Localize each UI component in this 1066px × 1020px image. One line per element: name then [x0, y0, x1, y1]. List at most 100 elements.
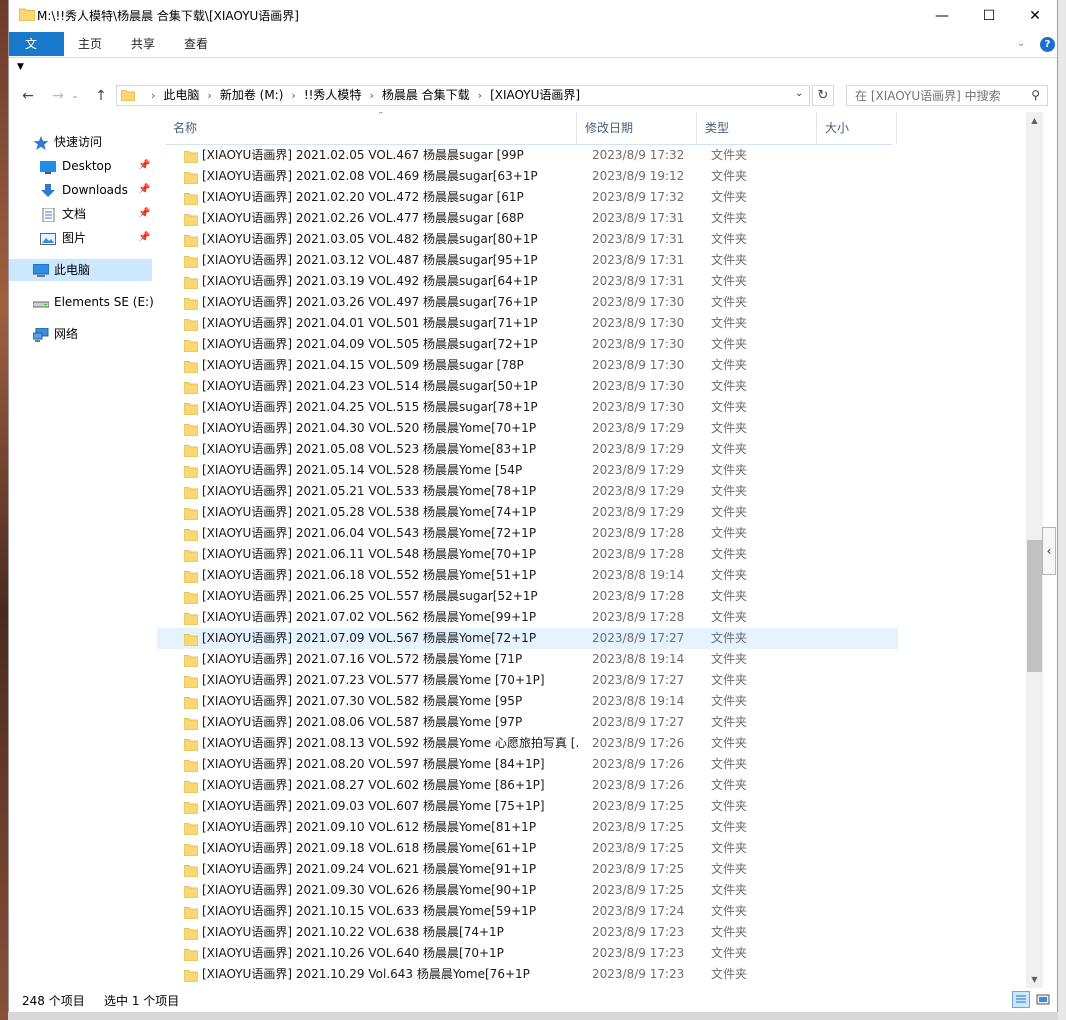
- column-header-type[interactable]: 类型: [697, 112, 817, 144]
- collapse-pane-button[interactable]: ‹: [1042, 527, 1056, 575]
- table-row[interactable]: [XIAOYU语画界] 2021.10.22 VOL.638 杨晨晨[74+1P…: [157, 922, 898, 943]
- table-row[interactable]: [XIAOYU语画界] 2021.02.08 VOL.469 杨晨晨sugar[…: [157, 166, 898, 187]
- sidebar-item-pictures[interactable]: 图片 📌: [9, 227, 152, 249]
- forward-arrow-icon[interactable]: →: [47, 86, 69, 106]
- table-row[interactable]: [XIAOYU语画界] 2021.05.08 VOL.523 杨晨晨Yome[8…: [157, 439, 898, 460]
- table-row[interactable]: [XIAOYU语画界] 2021.02.05 VOL.467 杨晨晨sugar …: [157, 145, 898, 166]
- table-row[interactable]: [XIAOYU语画界] 2021.03.05 VOL.482 杨晨晨sugar[…: [157, 229, 898, 250]
- close-button[interactable]: ✕: [1012, 0, 1058, 31]
- large-icons-view-button[interactable]: [1034, 991, 1052, 1008]
- table-row[interactable]: [XIAOYU语画界] 2021.09.10 VOL.612 杨晨晨Yome[8…: [157, 817, 898, 838]
- search-box[interactable]: ⚲: [846, 85, 1048, 106]
- sidebar-item-elements-drive[interactable]: Elements SE (E:): [9, 291, 154, 313]
- table-row[interactable]: [XIAOYU语画界] 2021.04.25 VOL.515 杨晨晨sugar[…: [157, 397, 898, 418]
- breadcrumb-item[interactable]: !!秀人模特: [304, 86, 362, 105]
- table-row[interactable]: [XIAOYU语画界] 2021.10.15 VOL.633 杨晨晨Yome[5…: [157, 901, 898, 922]
- table-row[interactable]: [XIAOYU语画界] 2021.05.14 VOL.528 杨晨晨Yome […: [157, 460, 898, 481]
- maximize-button[interactable]: ☐: [966, 0, 1012, 31]
- table-row[interactable]: [XIAOYU语画界] 2021.04.09 VOL.505 杨晨晨sugar[…: [157, 334, 898, 355]
- table-row[interactable]: [XIAOYU语画界] 2021.09.24 VOL.621 杨晨晨Yome[9…: [157, 859, 898, 880]
- pin-icon[interactable]: 📌: [138, 203, 150, 225]
- customize-toolbar-icon[interactable]: ▼: [17, 62, 24, 72]
- tab-share[interactable]: 共享: [118, 32, 168, 56]
- breadcrumb-item[interactable]: [XIAOYU语画界]: [490, 86, 580, 105]
- table-row[interactable]: [XIAOYU语画界] 2021.05.28 VOL.538 杨晨晨Yome[7…: [157, 502, 898, 523]
- file-name: [XIAOYU语画界] 2021.06.04 VOL.543 杨晨晨Yome[7…: [202, 526, 537, 540]
- table-row[interactable]: [XIAOYU语画界] 2021.09.18 VOL.618 杨晨晨Yome[6…: [157, 838, 898, 859]
- table-row[interactable]: [XIAOYU语画界] 2021.07.30 VOL.582 杨晨晨Yome […: [157, 691, 898, 712]
- folder-icon: [183, 863, 199, 878]
- scroll-up-icon[interactable]: ▲: [1026, 112, 1043, 129]
- table-row[interactable]: [XIAOYU语画界] 2021.03.12 VOL.487 杨晨晨sugar[…: [157, 250, 898, 271]
- table-row[interactable]: [XIAOYU语画界] 2021.02.26 VOL.477 杨晨晨sugar …: [157, 208, 898, 229]
- folder-icon: [183, 527, 199, 542]
- table-row[interactable]: [XIAOYU语画界] 2021.09.30 VOL.626 杨晨晨Yome[9…: [157, 880, 898, 901]
- table-row[interactable]: [XIAOYU语画界] 2021.07.09 VOL.567 杨晨晨Yome[7…: [157, 628, 898, 649]
- table-row[interactable]: [XIAOYU语画界] 2021.06.04 VOL.543 杨晨晨Yome[7…: [157, 523, 898, 544]
- tab-home[interactable]: 主页: [65, 32, 115, 56]
- tab-file[interactable]: 文件: [9, 32, 64, 75]
- table-row[interactable]: [XIAOYU语画界] 2021.05.21 VOL.533 杨晨晨Yome[7…: [157, 481, 898, 502]
- sidebar-item-this-pc[interactable]: 此电脑: [9, 259, 152, 281]
- tab-view[interactable]: 查看: [171, 32, 221, 56]
- sidebar-item-desktop[interactable]: Desktop 📌: [9, 155, 152, 177]
- details-view-button[interactable]: [1012, 991, 1030, 1008]
- column-header-size[interactable]: 大小: [817, 112, 897, 144]
- table-row[interactable]: [XIAOYU语画界] 2021.04.15 VOL.509 杨晨晨sugar …: [157, 355, 898, 376]
- scrollbar-thumb[interactable]: [1027, 540, 1042, 672]
- sidebar-item-network[interactable]: 网络: [9, 323, 152, 345]
- sidebar-item-documents[interactable]: 文档 📌: [9, 203, 152, 225]
- sidebar-item-downloads[interactable]: Downloads 📌: [9, 179, 152, 201]
- folder-icon: [183, 611, 199, 626]
- chevron-right-icon[interactable]: ›: [478, 86, 482, 105]
- minimize-button[interactable]: —: [919, 0, 965, 31]
- back-arrow-icon[interactable]: ←: [17, 86, 39, 106]
- breadcrumb-item[interactable]: 新加卷 (M:): [220, 86, 284, 105]
- table-row[interactable]: [XIAOYU语画界] 2021.08.27 VOL.602 杨晨晨Yome […: [157, 775, 898, 796]
- sidebar-item-quick-access[interactable]: 快速访问: [9, 131, 152, 153]
- table-row[interactable]: [XIAOYU语画界] 2021.02.20 VOL.472 杨晨晨sugar …: [157, 187, 898, 208]
- table-row[interactable]: [XIAOYU语画界] 2021.07.16 VOL.572 杨晨晨Yome […: [157, 649, 898, 670]
- breadcrumb-item[interactable]: 此电脑: [163, 86, 199, 105]
- file-date: 2023/8/9 17:32: [592, 148, 685, 162]
- table-row[interactable]: [XIAOYU语画界] 2021.03.19 VOL.492 杨晨晨sugar[…: [157, 271, 898, 292]
- table-row[interactable]: [XIAOYU语画界] 2021.08.06 VOL.587 杨晨晨Yome […: [157, 712, 898, 733]
- help-icon[interactable]: ?: [1040, 37, 1055, 52]
- column-header-name[interactable]: ⌃ 名称: [165, 112, 577, 144]
- table-row[interactable]: [XIAOYU语画界] 2021.10.26 VOL.640 杨晨晨[70+1P…: [157, 943, 898, 964]
- file-name: [XIAOYU语画界] 2021.10.22 VOL.638 杨晨晨[74+1P: [202, 925, 504, 939]
- table-row[interactable]: [XIAOYU语画界] 2021.10.29 Vol.643 杨晨晨Yome[7…: [157, 964, 898, 985]
- breadcrumb-item[interactable]: 杨晨晨 合集下载: [382, 86, 470, 105]
- table-row[interactable]: [XIAOYU语画界] 2021.07.23 VOL.577 杨晨晨Yome […: [157, 670, 898, 691]
- table-row[interactable]: [XIAOYU语画界] 2021.04.30 VOL.520 杨晨晨Yome[7…: [157, 418, 898, 439]
- table-row[interactable]: [XIAOYU语画界] 2021.08.20 VOL.597 杨晨晨Yome […: [157, 754, 898, 775]
- table-row[interactable]: [XIAOYU语画界] 2021.06.25 VOL.557 杨晨晨sugar[…: [157, 586, 898, 607]
- pin-icon[interactable]: 📌: [138, 227, 150, 249]
- address-bar[interactable]: › 此电脑 › 新加卷 (M:) › !!秀人模特 › 杨晨晨 合集下载 › […: [116, 85, 810, 106]
- vertical-scrollbar[interactable]: ▲ ▼: [1026, 112, 1043, 988]
- table-row[interactable]: [XIAOYU语画界] 2021.04.01 VOL.501 杨晨晨sugar[…: [157, 313, 898, 334]
- table-row[interactable]: [XIAOYU语画界] 2021.06.18 VOL.552 杨晨晨Yome[5…: [157, 565, 898, 586]
- column-header-date[interactable]: 修改日期: [577, 112, 697, 144]
- search-icon[interactable]: ⚲: [1031, 88, 1040, 102]
- file-date: 2023/8/9 17:27: [592, 631, 685, 645]
- table-row[interactable]: [XIAOYU语画界] 2021.03.26 VOL.497 杨晨晨sugar[…: [157, 292, 898, 313]
- navigation-pane: 快速访问 Desktop 📌 Downloads 📌 文档 📌 图片 📌 此电脑…: [9, 112, 155, 988]
- scroll-down-icon[interactable]: ▼: [1026, 971, 1043, 988]
- refresh-button[interactable]: ↻: [812, 85, 834, 106]
- search-input[interactable]: [847, 86, 1025, 105]
- pin-icon[interactable]: 📌: [138, 179, 150, 201]
- chevron-right-icon[interactable]: ›: [207, 86, 211, 105]
- table-row[interactable]: [XIAOYU语画界] 2021.04.23 VOL.514 杨晨晨sugar[…: [157, 376, 898, 397]
- table-row[interactable]: [XIAOYU语画界] 2021.06.11 VOL.548 杨晨晨Yome[7…: [157, 544, 898, 565]
- chevron-right-icon[interactable]: ›: [369, 86, 373, 105]
- table-row[interactable]: [XIAOYU语画界] 2021.08.13 VOL.592 杨晨晨Yome 心…: [157, 733, 898, 754]
- recent-locations-icon[interactable]: ⌄: [69, 86, 81, 106]
- table-row[interactable]: [XIAOYU语画界] 2021.07.02 VOL.562 杨晨晨Yome[9…: [157, 607, 898, 628]
- address-history-icon[interactable]: ⌄: [795, 88, 803, 99]
- pin-icon[interactable]: 📌: [138, 155, 150, 177]
- up-arrow-icon[interactable]: ↑: [90, 86, 112, 106]
- chevron-right-icon[interactable]: ›: [291, 86, 295, 105]
- expand-ribbon-icon[interactable]: ⌄: [1017, 38, 1025, 49]
- table-row[interactable]: [XIAOYU语画界] 2021.09.03 VOL.607 杨晨晨Yome […: [157, 796, 898, 817]
